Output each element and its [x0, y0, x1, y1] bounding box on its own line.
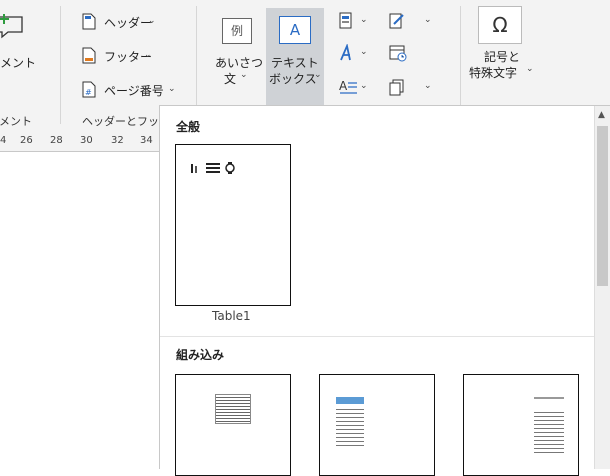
- section-general-heading: 全般: [176, 120, 201, 134]
- group-separator: [60, 6, 61, 124]
- preview-textbox: [215, 394, 251, 424]
- comment-label: コメント: [0, 56, 37, 70]
- chevron-down-icon: ⌄: [424, 81, 432, 91]
- preview-text: [336, 406, 364, 446]
- preview-title: [534, 397, 564, 399]
- ruler-tick: 26: [20, 135, 33, 146]
- chevron-down-icon: ⌄: [148, 16, 156, 26]
- comment-button[interactable]: コメント: [0, 8, 36, 74]
- chevron-down-icon: ⌄: [240, 70, 248, 80]
- header-button[interactable]: ヘッダー ⌄: [80, 12, 160, 34]
- greeting-label-line1: あいさつ: [215, 56, 264, 70]
- page-number-icon: #: [82, 81, 96, 98]
- svg-text:#: #: [85, 88, 92, 97]
- gallery-item-table1[interactable]: [175, 144, 291, 306]
- footer-button[interactable]: フッター ⌄: [80, 46, 160, 68]
- ruler-tick: 30: [80, 135, 93, 146]
- section-divider: [160, 336, 594, 337]
- quick-parts-button[interactable]: ⌄: [338, 12, 370, 32]
- new-comment-icon: [0, 14, 23, 39]
- footer-icon: [82, 47, 96, 64]
- wordart-icon: [340, 43, 351, 61]
- greeting-icon: 例: [222, 18, 252, 44]
- comment-group-label: コメント: [0, 115, 32, 128]
- object-icon: [389, 79, 404, 96]
- chevron-down-icon: ⌄: [360, 81, 368, 91]
- textbox-icon: A: [279, 16, 311, 44]
- preview-text: [534, 409, 564, 455]
- wordart-button[interactable]: ⌄: [338, 43, 370, 64]
- chevron-down-icon: ⌄: [424, 15, 432, 25]
- chevron-down-icon: ⌄: [168, 84, 176, 94]
- ruler-tick: 28: [50, 135, 63, 146]
- textbox-preview-icon: [191, 162, 235, 174]
- header-icon: [82, 13, 96, 30]
- symbol-label-line1: 記号と: [484, 50, 521, 64]
- horizontal-ruler: 4 26 28 30 32 34: [0, 133, 160, 152]
- drop-cap-icon: A: [339, 79, 357, 94]
- symbol-label-line2: 特殊文字: [469, 66, 518, 80]
- ruler-tick: 34: [140, 135, 153, 146]
- drop-cap-button[interactable]: A ⌄: [338, 78, 370, 98]
- gallery-item-caption: Table1: [212, 309, 251, 323]
- document-area[interactable]: [0, 152, 160, 468]
- svg-text:A: A: [339, 79, 348, 93]
- page-number-label: ページ番号: [104, 84, 164, 98]
- scrollbar-thumb[interactable]: [597, 126, 608, 286]
- scroll-up-icon[interactable]: ▲: [598, 110, 605, 120]
- preview-header-bar: [336, 397, 364, 404]
- chevron-down-icon: ⌄: [314, 70, 322, 80]
- date-time-button[interactable]: [388, 44, 412, 64]
- textbox-gallery: 全般 Table1 組み込み ▲: [159, 105, 610, 476]
- section-builtin-heading: 組み込み: [176, 348, 225, 362]
- chevron-down-icon: ⌄: [360, 15, 368, 25]
- symbol-button[interactable]: Ω 記号と 特殊文字 ⌄: [466, 6, 538, 96]
- signature-line-button[interactable]: ⌄: [388, 12, 438, 32]
- ruler-tick: 32: [111, 135, 124, 146]
- chevron-down-icon: ⌄: [360, 47, 368, 57]
- signature-icon: [389, 13, 404, 29]
- ruler-tick: 4: [0, 135, 7, 146]
- header-label: ヘッダー: [104, 16, 153, 30]
- object-button[interactable]: ⌄: [388, 78, 438, 98]
- quick-parts-icon: [339, 12, 352, 29]
- page-number-button[interactable]: # ページ番号 ⌄: [80, 80, 180, 102]
- textbox-label-line2: ボックス: [269, 72, 317, 86]
- gallery-scrollbar[interactable]: ▲: [594, 106, 610, 469]
- textbox-label-line1: テキスト: [271, 56, 319, 70]
- calendar-clock-icon: [389, 45, 407, 62]
- greeting-label-line2: 文: [224, 72, 237, 86]
- builtin-textbox-1[interactable]: [175, 374, 291, 476]
- chevron-down-icon: ⌄: [526, 64, 534, 74]
- builtin-textbox-3[interactable]: [463, 374, 579, 476]
- builtin-textbox-2[interactable]: [319, 374, 435, 476]
- omega-icon: Ω: [478, 6, 522, 44]
- greeting-button[interactable]: 例 あいさつ 文 ⌄: [212, 12, 264, 100]
- chevron-down-icon: ⌄: [144, 50, 152, 60]
- textbox-button[interactable]: A テキスト ボックス ⌄: [266, 8, 324, 105]
